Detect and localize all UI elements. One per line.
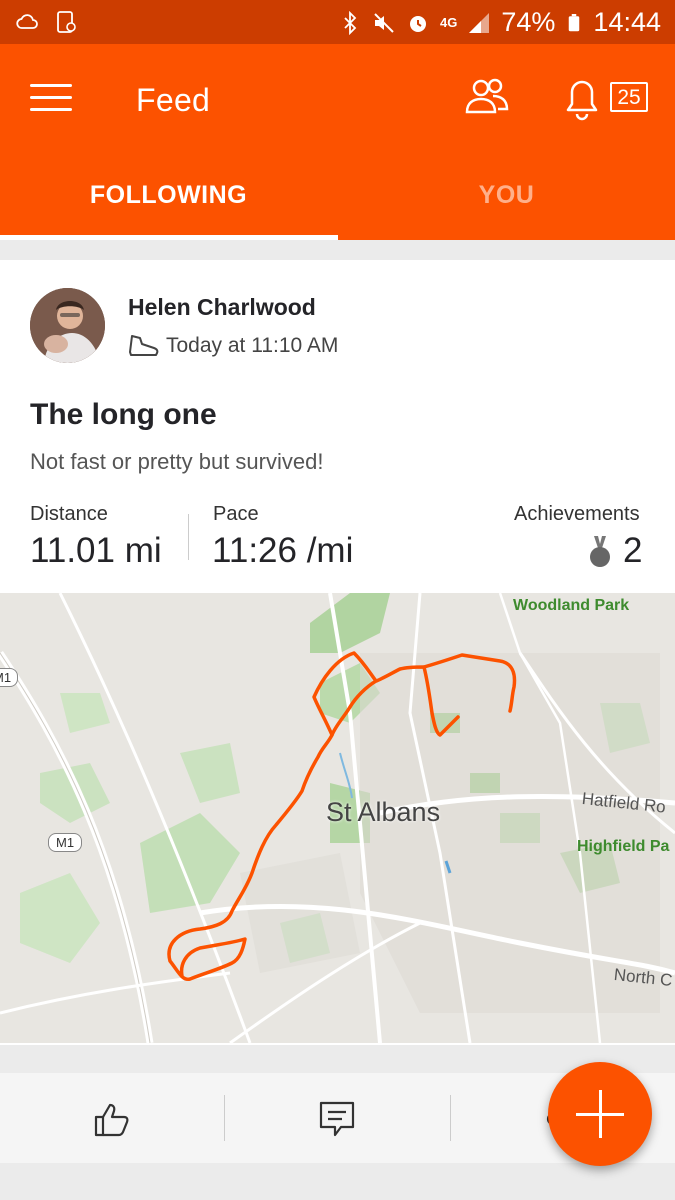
menu-button[interactable] xyxy=(30,80,74,114)
page-title: Feed xyxy=(136,82,211,118)
activity-description: Not fast or pretty but survived! xyxy=(30,449,324,474)
comment-button[interactable] xyxy=(225,1073,450,1163)
tab-following[interactable]: FOLLOWING xyxy=(0,156,337,240)
athlete-name[interactable]: Helen Charlwood xyxy=(128,294,316,321)
achievements-value: 2 xyxy=(623,531,643,570)
achievements-label: Achievements xyxy=(514,503,640,525)
comment-icon xyxy=(319,1101,355,1137)
clock: 14:44 xyxy=(593,7,661,37)
battery-percent: 74% xyxy=(501,7,556,37)
activity-card[interactable]: Helen Charlwood Today at 11:10 AM The lo… xyxy=(0,260,675,1045)
kudos-button[interactable] xyxy=(0,1073,224,1163)
mute-icon xyxy=(374,12,394,33)
activity-timestamp: Today at 11:10 AM xyxy=(166,334,339,357)
avatar-photo xyxy=(30,288,105,363)
map-label-town: St Albans xyxy=(326,797,441,827)
route-map[interactable]: Woodland Park St Albans Hatfield Ro High… xyxy=(0,593,675,1043)
athlete-avatar[interactable] xyxy=(30,288,105,363)
alarm-icon xyxy=(410,15,427,32)
distance-value: 11.01 mi xyxy=(30,531,162,570)
notifications-button[interactable]: 25 xyxy=(562,72,652,122)
medal-icon xyxy=(590,536,610,567)
network-type: 4G xyxy=(440,15,458,30)
add-activity-button[interactable] xyxy=(548,1062,652,1166)
pace-value: 11:26 /mi xyxy=(212,531,354,570)
battery-icon xyxy=(569,13,580,31)
activity-title[interactable]: The long one xyxy=(30,398,217,432)
active-tab-indicator xyxy=(0,235,338,240)
shoe-icon xyxy=(129,335,159,356)
find-friends-icon[interactable] xyxy=(464,76,510,116)
map-label-m1-top: M1 xyxy=(0,668,19,687)
status-bar: 4G 74% 14:44 xyxy=(0,0,675,44)
notification-badge: 25 xyxy=(610,82,648,112)
signal-icon xyxy=(469,12,490,33)
like-icon xyxy=(94,1103,129,1137)
map-label-highfield: Highfield Pa xyxy=(577,838,670,855)
cloud-sync-icon xyxy=(16,14,38,29)
screenshot-icon xyxy=(57,11,76,33)
bluetooth-icon xyxy=(344,10,357,35)
map-label-m1-mid: M1 xyxy=(48,833,83,852)
map-label-woodland: Woodland Park xyxy=(513,597,630,614)
bell-icon xyxy=(566,80,598,121)
app-bar: Feed 25 FOLLOWING YOU xyxy=(0,44,675,240)
pace-label: Pace xyxy=(213,503,259,525)
tab-you[interactable]: YOU xyxy=(338,156,675,240)
distance-label: Distance xyxy=(30,503,108,525)
stat-divider xyxy=(188,514,189,560)
